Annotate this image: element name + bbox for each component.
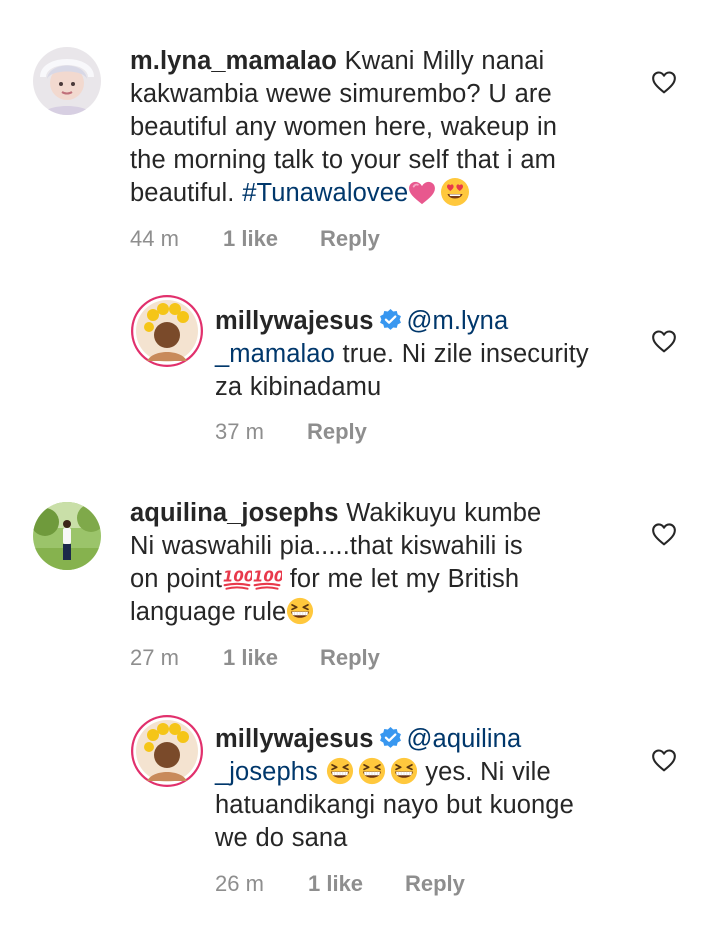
hundred-points-emoji bbox=[252, 566, 282, 592]
reply-button[interactable]: Reply bbox=[320, 645, 380, 671]
likes-count[interactable]: 1 like bbox=[308, 871, 363, 897]
grinning-squinting-emoji bbox=[326, 757, 354, 785]
comment-text: aquilina_josephs Wakikuyu kumbe Ni waswa… bbox=[130, 499, 542, 626]
heart-outline-icon[interactable] bbox=[651, 70, 677, 94]
reply-button[interactable]: Reply bbox=[320, 226, 380, 252]
comment-username[interactable]: m.lyna_mamalao bbox=[130, 47, 337, 75]
heart-outline-icon[interactable] bbox=[651, 522, 677, 546]
grinning-squinting-emoji bbox=[286, 597, 314, 625]
avatar[interactable] bbox=[33, 502, 101, 570]
comment-text: millywajesus @aquilina _josephs yes. Ni v… bbox=[215, 725, 574, 852]
verified-badge-icon bbox=[378, 726, 403, 751]
mention-link[interactable]: _josephs bbox=[215, 758, 318, 786]
hashtag-link[interactable]: #Tunawalovee bbox=[242, 179, 408, 207]
mention-link[interactable]: @aquilina bbox=[407, 725, 522, 753]
grinning-squinting-emoji bbox=[358, 757, 386, 785]
comment-username[interactable]: millywajesus bbox=[215, 307, 374, 335]
pink-heart-emoji bbox=[408, 181, 436, 205]
comment-text: millywajesus @m.lyna _mamalao true. Ni zi… bbox=[215, 307, 589, 401]
heart-eyes-emoji bbox=[440, 177, 470, 207]
comment-time: 27 m bbox=[130, 645, 179, 670]
comment-username[interactable]: aquilina_josephs bbox=[130, 499, 339, 527]
likes-count[interactable]: 1 like bbox=[223, 226, 278, 252]
comment-time: 44 m bbox=[130, 226, 179, 251]
comment-time: 37 m bbox=[215, 419, 264, 444]
mention-link[interactable]: _mamalao bbox=[215, 340, 335, 368]
hundred-points-emoji bbox=[222, 566, 252, 592]
grinning-squinting-emoji bbox=[390, 757, 418, 785]
comment-text: m.lyna_mamalao Kwani Milly nanai kakwamb… bbox=[130, 47, 558, 207]
likes-count[interactable]: 1 like bbox=[223, 645, 278, 671]
avatar[interactable] bbox=[131, 715, 203, 787]
avatar[interactable] bbox=[131, 295, 203, 367]
comment-time: 26 m bbox=[215, 871, 264, 896]
heart-outline-icon[interactable] bbox=[651, 748, 677, 772]
reply-button[interactable]: Reply bbox=[307, 419, 367, 445]
comment-username[interactable]: millywajesus bbox=[215, 725, 374, 753]
reply-button[interactable]: Reply bbox=[405, 871, 465, 897]
avatar[interactable] bbox=[33, 47, 101, 115]
mention-link[interactable]: @m.lyna bbox=[407, 307, 509, 335]
verified-badge-icon bbox=[378, 308, 403, 333]
heart-outline-icon[interactable] bbox=[651, 329, 677, 353]
